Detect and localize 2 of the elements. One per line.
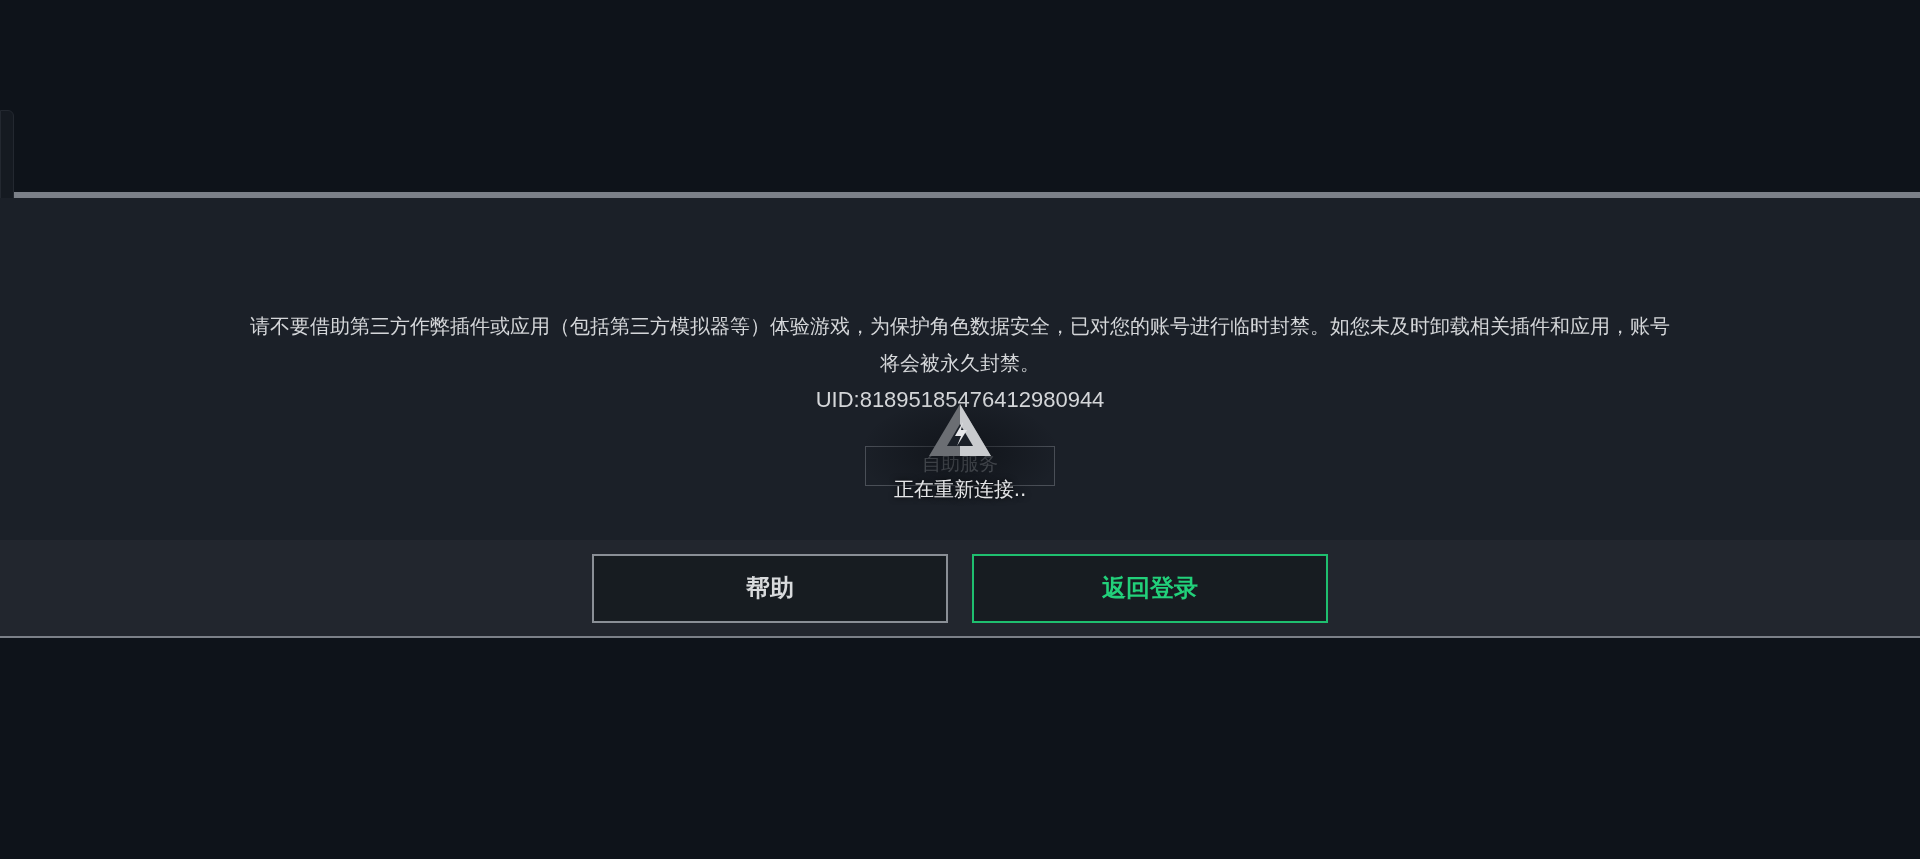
ban-message: 请不要借助第三方作弊插件或应用（包括第三方模拟器等）体验游戏，为保护角色数据安全，已对您的账号进行临时封禁。如您未及时卸载相关插件和应用，账号将会被永久封禁。: [249, 313, 1671, 377]
uid-text: UID:81895185476412980944: [815, 386, 1105, 414]
